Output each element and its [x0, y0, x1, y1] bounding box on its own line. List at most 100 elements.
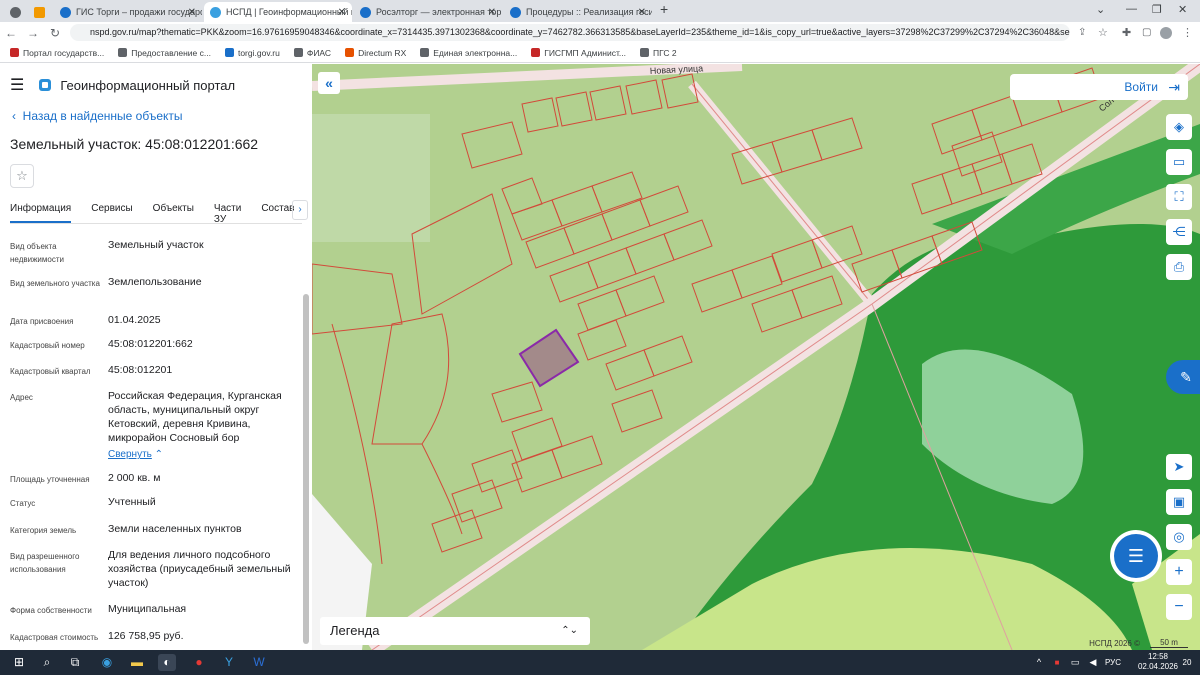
yandex-icon[interactable]: Y	[220, 654, 238, 671]
back-link-label: Назад в найденные объекты	[22, 109, 183, 123]
search-icon[interactable]: ⌕	[38, 654, 56, 671]
tab-favicon-icon	[10, 6, 21, 18]
plus-icon: +	[1174, 563, 1184, 580]
url-field[interactable]: nspd.gov.ru/map?thematic=PKK&zoom=16.976…	[70, 24, 1070, 41]
maximize-icon[interactable]: ❐	[1152, 3, 1162, 16]
tab-search-icon[interactable]: ⌄	[1096, 3, 1105, 16]
legend-label: Легенда	[330, 623, 380, 638]
select-area-icon: ⛶	[1174, 189, 1184, 204]
bookmark-item[interactable]: ГИСГМП Админист...	[531, 48, 626, 58]
tray-app-icon[interactable]: ■	[1048, 654, 1066, 671]
tab-parts[interactable]: Части ЗУ	[214, 198, 241, 225]
minimize-icon[interactable]: —	[1126, 3, 1137, 15]
zoom-out-button[interactable]: −	[1166, 594, 1192, 620]
layers-button[interactable]: ◈	[1166, 114, 1192, 140]
field-key: Категория земель	[10, 526, 77, 535]
edge-icon[interactable]: ◉	[98, 654, 116, 671]
bookmark-item[interactable]: ФИАС	[293, 48, 331, 58]
file-explorer-icon[interactable]: ▬	[128, 654, 146, 671]
close-window-icon[interactable]: ✕	[1178, 3, 1187, 16]
copyright-text: НСПД 2026 ©	[1089, 639, 1140, 648]
field-value: 2 000 кв. м	[108, 472, 161, 484]
browser-tab-roseltorg[interactable]: Росэлторг — электронная торг ✕	[354, 2, 502, 22]
browser-tab[interactable]	[28, 2, 52, 22]
extensions-icon[interactable]: ✚	[1122, 26, 1131, 39]
tab-services[interactable]: Сервисы	[91, 198, 132, 223]
measure-button[interactable]: ▭	[1166, 149, 1192, 175]
location-search-button[interactable]: ◎	[1166, 524, 1192, 550]
forward-arrow-icon[interactable]: →	[22, 26, 44, 40]
field-value: Для ведения личного подсобного хозяйства…	[108, 549, 291, 589]
bookmark-label: Directum RX	[358, 47, 407, 58]
clock[interactable]: 12:58 02.04.2026	[1138, 652, 1178, 672]
minimap-button[interactable]: ▣	[1166, 489, 1192, 515]
menu-icon[interactable]: ☰	[10, 75, 24, 95]
reload-icon[interactable]: ↻	[44, 26, 66, 40]
close-tab-icon[interactable]: ✕	[188, 7, 196, 18]
selected-parcel[interactable]	[518, 328, 580, 388]
field-key: Вид земельного участка	[10, 279, 100, 288]
notification-badge[interactable]: 20	[1178, 654, 1196, 671]
field-key: Кадастровый номер	[10, 341, 85, 350]
windows-start-icon[interactable]: ⊞	[10, 654, 28, 671]
collapse-sidebar-button[interactable]: «	[318, 72, 340, 94]
menu-dots-icon[interactable]: ⋮	[1182, 26, 1193, 39]
sidebar-panel: ☰ Геоинформационный портал ‹ Назад в най…	[0, 64, 312, 650]
volume-icon[interactable]: ◀	[1084, 654, 1102, 671]
browser-tab-gis-torgi[interactable]: ГИС Торги – продажи государс ✕	[54, 2, 202, 22]
bookmark-item[interactable]: Предоставление с...	[118, 48, 211, 58]
sidebar-scrollbar[interactable]	[303, 294, 309, 644]
tray-arrow-icon[interactable]: ^	[1030, 654, 1048, 671]
tab-label: НСПД | Геоинформационный п	[226, 7, 352, 17]
tab-composition[interactable]: Состав	[261, 198, 294, 223]
close-tab-icon[interactable]: ✕	[638, 7, 646, 18]
browser-tab-procedury[interactable]: Процедуры :: Реализация госим ✕	[504, 2, 652, 22]
bookmark-item[interactable]: torgi.gov.ru	[224, 48, 280, 58]
assistant-button[interactable]: ✎	[1166, 360, 1200, 394]
profile-avatar[interactable]	[1160, 26, 1172, 39]
bookmark-icon	[420, 48, 430, 57]
bookmark-item[interactable]: Единая электронна...	[420, 48, 517, 58]
geolocation-button[interactable]: ➤	[1166, 454, 1192, 480]
favorite-star-icon[interactable]: ☆	[10, 164, 34, 188]
bookmark-icon	[224, 48, 234, 57]
bookmark-item[interactable]: Портал государств...	[10, 48, 104, 58]
share-button[interactable]: ⋲	[1166, 219, 1192, 245]
sidepanel-icon[interactable]: ▢	[1142, 27, 1151, 38]
bookmark-star-icon[interactable]: ☆	[1098, 26, 1108, 39]
scale-bar: 50 m	[1150, 638, 1188, 648]
tab-information[interactable]: Информация	[10, 198, 72, 223]
bookmark-item[interactable]: Directum RX	[345, 48, 406, 58]
tab-favicon-icon	[34, 6, 45, 18]
bookmark-icon	[531, 48, 541, 57]
collapse-link[interactable]: Свернуть	[108, 449, 152, 460]
share-icon[interactable]: ⇪	[1078, 27, 1086, 38]
select-area-button[interactable]: ⛶	[1166, 184, 1192, 210]
bookmark-icon	[639, 48, 649, 57]
browser-tab-nspd[interactable]: НСПД | Геоинформационный п ✕	[204, 2, 352, 22]
tab-objects[interactable]: Объекты	[153, 198, 194, 223]
legend-dropdown[interactable]: Легенда ⌃⌄	[320, 617, 590, 645]
app-icon[interactable]: ◐	[158, 654, 176, 671]
network-icon[interactable]: ▭	[1066, 654, 1084, 671]
print-button[interactable]: ⎙	[1166, 254, 1192, 280]
map-canvas[interactable]: Новая улица Сол « Войти ⇥ ◈ ▭ ⛶ ⋲ ⎙ ✎ ➤ ▣…	[312, 64, 1200, 650]
chevron-up-icon[interactable]: ⌃	[152, 449, 163, 460]
language-indicator[interactable]: РУС	[1102, 654, 1124, 671]
bookmark-item[interactable]: ПГС 2	[639, 48, 677, 58]
tabs-scroll-right-icon[interactable]: ›	[292, 200, 308, 220]
back-to-results-link[interactable]: ‹ Назад в найденные объекты	[12, 109, 183, 123]
field-key: Вид разрешенного использования	[10, 552, 80, 574]
task-view-icon[interactable]: ⧉	[66, 654, 84, 671]
login-button[interactable]: Войти ⇥	[1010, 74, 1188, 100]
close-tab-icon[interactable]: ✕	[488, 7, 496, 18]
new-tab-icon[interactable]: +	[660, 1, 668, 17]
word-icon[interactable]: W	[250, 654, 268, 671]
close-tab-icon[interactable]: ✕	[338, 7, 346, 18]
back-arrow-icon[interactable]: ←	[0, 26, 22, 40]
chrome-icon[interactable]: ●	[190, 654, 208, 671]
browser-tab[interactable]	[4, 2, 28, 22]
chevron-updown-icon: ⌃⌄	[561, 625, 578, 636]
chat-button[interactable]: ☰	[1114, 534, 1158, 578]
zoom-in-button[interactable]: +	[1166, 559, 1192, 585]
